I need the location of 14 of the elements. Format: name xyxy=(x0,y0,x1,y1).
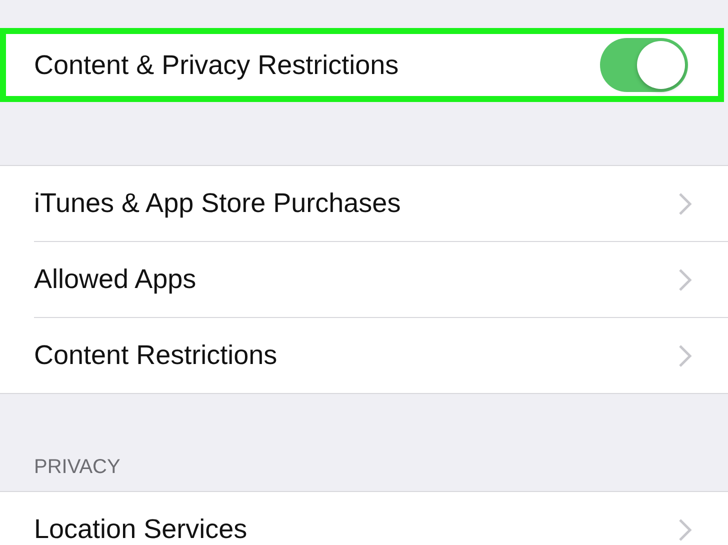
chevron-icon xyxy=(678,344,692,368)
row-label: Content & Privacy Restrictions xyxy=(34,50,399,80)
chevron-icon xyxy=(678,518,692,542)
settings-row[interactable]: iTunes & App Store Purchases xyxy=(34,166,728,241)
chevron-icon xyxy=(678,192,692,216)
row-label: Location Services xyxy=(34,514,248,545)
settings-row[interactable]: Content Restrictions xyxy=(34,317,728,393)
row-label: Content Restrictions xyxy=(34,340,278,371)
section-header: PRIVACY xyxy=(33,455,122,480)
row-label: iTunes & App Store Purchases xyxy=(34,188,401,219)
row-label: Allowed Apps xyxy=(34,264,196,295)
chevron-icon xyxy=(678,268,692,292)
toggle-switch[interactable] xyxy=(600,38,688,92)
settings-row[interactable]: Allowed Apps xyxy=(34,241,728,317)
